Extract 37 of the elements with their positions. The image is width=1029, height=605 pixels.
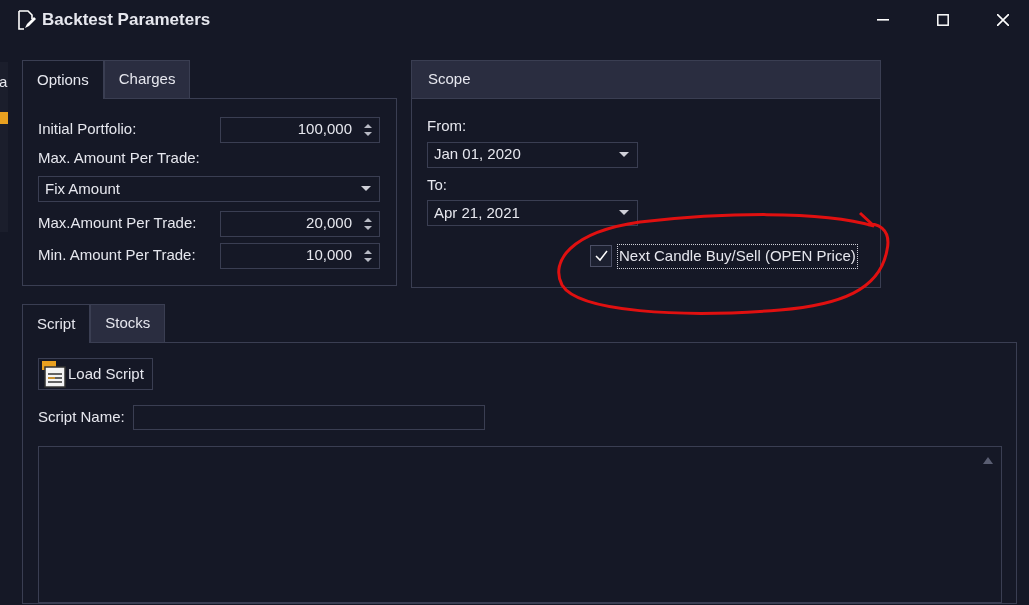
toolbar-icon bbox=[0, 110, 8, 126]
date-dropdown[interactable]: Jan 01, 2020 bbox=[427, 141, 638, 168]
window-title: Backtest Parameters bbox=[42, 9, 211, 32]
spinner-arrows-icon[interactable] bbox=[364, 247, 373, 264]
to-label: To: bbox=[427, 174, 448, 195]
number-spinner[interactable]: 100,000 bbox=[220, 116, 380, 143]
number-spinner[interactable]: 20,000 bbox=[220, 210, 380, 237]
field-label: Max.Amount Per Trade: bbox=[38, 213, 197, 234]
checkbox[interactable] bbox=[590, 245, 612, 268]
check-icon bbox=[594, 250, 608, 263]
checkbox-label[interactable]: Next Candle Buy/Sell (OPEN Price) bbox=[617, 244, 858, 269]
field-label: Max. Amount Per Trade: bbox=[38, 148, 201, 168]
dropdown-arrow-icon bbox=[619, 210, 629, 216]
dropdown-arrow-icon bbox=[619, 151, 629, 158]
tab[interactable]: Stocks bbox=[90, 304, 166, 342]
date-dropdown[interactable]: Apr 21, 2021 bbox=[427, 200, 638, 226]
dropdown-arrow-icon bbox=[361, 186, 371, 192]
mode-dropdown[interactable]: Fix Amount bbox=[38, 176, 380, 202]
script-name-label: Script Name: bbox=[38, 406, 125, 427]
document-edit-icon bbox=[16, 9, 36, 31]
spinner-arrows-icon[interactable] bbox=[364, 215, 373, 232]
maximize-icon bbox=[937, 14, 949, 26]
script-file-icon bbox=[41, 359, 67, 388]
script-name-field[interactable] bbox=[132, 404, 485, 430]
scroll-up-icon[interactable] bbox=[983, 456, 993, 464]
field-label: Min. Amount Per Trade: bbox=[38, 245, 196, 266]
close-icon bbox=[997, 14, 1009, 26]
number-spinner[interactable]: 10,000 bbox=[220, 242, 380, 269]
tab[interactable]: Charges bbox=[103, 60, 191, 98]
field-label: Initial Portfolio: bbox=[38, 119, 137, 140]
tab[interactable]: Options bbox=[22, 60, 104, 99]
load-script-button[interactable]: Load Script bbox=[38, 358, 153, 390]
tab[interactable]: Script bbox=[22, 304, 91, 343]
spinner-arrows-icon[interactable] bbox=[364, 121, 373, 138]
background-text: a bbox=[0, 74, 8, 89]
group-header: Scope bbox=[412, 61, 880, 99]
from-label: From: bbox=[427, 116, 468, 136]
